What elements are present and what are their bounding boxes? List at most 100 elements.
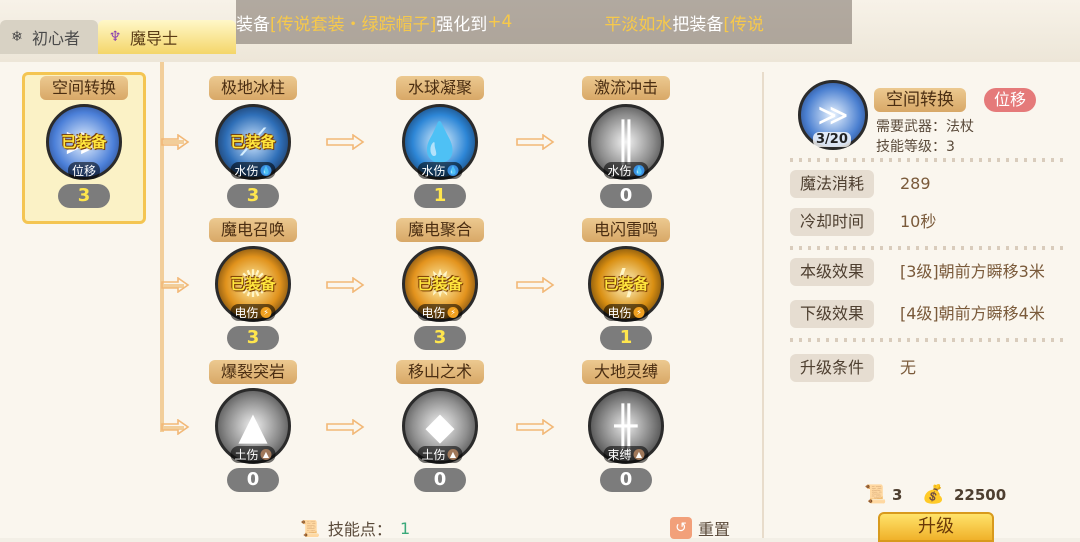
rock-burst-icon: ▲ 土伤 ▲ bbox=[215, 388, 291, 464]
element-tag: 电伤 ⚡ bbox=[603, 304, 649, 321]
ice-pillar-icon: ⟋ 已装备 水伤 💧 bbox=[215, 104, 291, 180]
skill-name: 水球凝聚 bbox=[395, 76, 484, 100]
water-element-icon: 💧 bbox=[447, 165, 459, 176]
thunderstorm-icon: ϟ 已装备 电伤 ⚡ bbox=[588, 246, 664, 322]
arrow-right-icon bbox=[161, 134, 190, 150]
skill-node-move-mountain[interactable]: 移山之术 ◆ 土伤 ▲ 0 bbox=[385, 360, 495, 496]
earth-element-icon: ▲ bbox=[633, 449, 645, 460]
staff-icon: ♆ bbox=[108, 29, 122, 45]
announcement-text: 把装备 bbox=[672, 14, 724, 35]
current-effect-value: [3级]朝前方瞬移3米 bbox=[900, 262, 1045, 281]
element-tag: 土伤 ▲ bbox=[230, 446, 276, 463]
element-tag: 位移 bbox=[67, 162, 101, 179]
current-effect-label: 本级效果 bbox=[790, 258, 875, 286]
reset-label: 重置 bbox=[698, 520, 731, 539]
skill-level: 3 bbox=[227, 184, 279, 208]
skill-points: 📜 技能点： 1 bbox=[300, 516, 410, 540]
system-announcement: 装备 [传说套装・绿踪帽子] 强化到 +4 平淡如水 把装备 [传说 bbox=[236, 0, 852, 44]
next-effect-value: [4级]朝前方瞬移4米 bbox=[900, 304, 1045, 323]
arrow-right-icon bbox=[161, 277, 190, 293]
skill-node-space-shift[interactable]: 空间转换 ≫ 已装备 位移 3 bbox=[29, 76, 139, 212]
equipped-badge: 已装备 bbox=[230, 275, 276, 293]
thunder-element-icon: ⚡ bbox=[633, 307, 645, 318]
skill-level: 3 bbox=[227, 326, 279, 350]
earth-element-icon: ▲ bbox=[260, 449, 272, 460]
skill-name: 空间转换 bbox=[39, 76, 128, 100]
arrow-right-icon bbox=[326, 134, 365, 150]
skill-level-value: 3 bbox=[946, 139, 955, 155]
arrow-right-icon bbox=[516, 419, 555, 435]
divider bbox=[790, 158, 1066, 162]
equipped-badge: 已装备 bbox=[417, 275, 463, 293]
skill-name: 魔电聚合 bbox=[395, 218, 484, 242]
equipped-badge: 已装备 bbox=[603, 275, 649, 293]
skill-node-rock-burst[interactable]: 爆裂突岩 ▲ 土伤 ▲ 0 bbox=[198, 360, 308, 496]
equipped-badge: 已装备 bbox=[230, 133, 276, 151]
skill-name: 魔电召唤 bbox=[208, 218, 297, 242]
element-tag: 束缚 ▲ bbox=[603, 446, 649, 463]
upgrade-condition-label: 升级条件 bbox=[790, 354, 875, 382]
skill-level: 3 bbox=[58, 184, 110, 208]
skill-node-torrent[interactable]: 激流冲击 ║ 水伤 💧 0 bbox=[571, 76, 681, 212]
tab-label: 魔导士 bbox=[130, 29, 179, 48]
skill-node-lightning-gather[interactable]: 魔电聚合 ✹ 已装备 电伤 ⚡ 3 bbox=[385, 218, 495, 354]
upgrade-condition-value: 无 bbox=[900, 358, 917, 377]
water-element-icon: 💧 bbox=[633, 165, 645, 176]
announcement-item: [传说 bbox=[723, 14, 764, 35]
detail-skill-tag: 位移 bbox=[984, 88, 1037, 112]
skill-level: 3 bbox=[414, 326, 466, 350]
element-tag: 水伤 💧 bbox=[417, 162, 463, 179]
gold-count: 22500 bbox=[954, 486, 1007, 504]
lightning-gather-icon: ✹ 已装备 电伤 ⚡ bbox=[402, 246, 478, 322]
thunder-element-icon: ⚡ bbox=[447, 307, 459, 318]
skill-level: 0 bbox=[414, 468, 466, 492]
mana-cost-value: 289 bbox=[900, 174, 931, 193]
skill-points-value: 1 bbox=[399, 518, 411, 538]
skill-name: 极地冰柱 bbox=[208, 76, 297, 100]
skill-node-water-ball[interactable]: 水球凝聚 💧 水伤 💧 1 bbox=[385, 76, 495, 212]
reset-button[interactable]: ↺ 重置 bbox=[670, 516, 730, 540]
cooldown-value: 10秒 bbox=[900, 212, 937, 231]
element-tag: 水伤 💧 bbox=[603, 162, 649, 179]
arrow-right-icon bbox=[516, 277, 555, 293]
skill-points-label: 技能点： bbox=[327, 520, 392, 539]
skill-book-icon: 📜 bbox=[864, 484, 887, 505]
thunder-element-icon: ⚡ bbox=[260, 307, 272, 318]
skill-level-label: 技能等级： bbox=[876, 139, 946, 155]
arrow-right-icon bbox=[161, 419, 190, 435]
weapon-requirement: 需要武器：法杖 bbox=[876, 116, 974, 136]
skill-level: 0 bbox=[600, 184, 652, 208]
tab-beginner[interactable]: ❄ 初心者 bbox=[0, 20, 98, 54]
equipped-badge: 已装备 bbox=[61, 133, 107, 151]
water-drop-icon: 💧 水伤 💧 bbox=[402, 104, 478, 180]
divider bbox=[790, 338, 1066, 342]
weapon-value: 法杖 bbox=[946, 119, 974, 135]
gold-icon: 💰 bbox=[922, 484, 945, 505]
skill-node-lightning-summon[interactable]: 魔电召唤 ✺ 已装备 电伤 ⚡ 3 bbox=[198, 218, 308, 354]
water-element-icon: 💧 bbox=[260, 165, 272, 176]
mana-cost-label: 魔法消耗 bbox=[790, 170, 875, 198]
detail-skill-name: 空间转换 bbox=[874, 88, 966, 112]
snowflake-icon: ❄ bbox=[11, 29, 23, 45]
reset-icon: ↺ bbox=[670, 517, 692, 539]
weapon-label: 需要武器： bbox=[876, 119, 946, 135]
torrent-icon: ║ 水伤 💧 bbox=[588, 104, 664, 180]
skill-node-polar-ice[interactable]: 极地冰柱 ⟋ 已装备 水伤 💧 3 bbox=[198, 76, 308, 212]
skill-name: 大地灵缚 bbox=[581, 360, 670, 384]
arrow-right-icon bbox=[326, 419, 365, 435]
tab-mage[interactable]: ♆ 魔导士 bbox=[98, 20, 236, 54]
panel-divider bbox=[762, 72, 764, 538]
divider bbox=[790, 246, 1066, 250]
arrow-right-icon bbox=[516, 134, 555, 150]
earth-element-icon: ▲ bbox=[447, 449, 459, 460]
skill-progress: 3/20 bbox=[813, 132, 851, 147]
skill-node-thunderstorm[interactable]: 电闪雷鸣 ϟ 已装备 电伤 ⚡ 1 bbox=[571, 218, 681, 354]
skill-node-earth-bind[interactable]: 大地灵缚 ╫ 束缚 ▲ 0 bbox=[571, 360, 681, 496]
announcement-text: 强化到 bbox=[436, 14, 488, 35]
element-tag: 水伤 💧 bbox=[230, 162, 276, 179]
announcement-player: 平淡如水 bbox=[604, 14, 673, 35]
announcement-item: [传说套装・绿踪帽子] bbox=[270, 14, 437, 35]
element-tag: 电伤 ⚡ bbox=[417, 304, 463, 321]
skill-book-count: 3 bbox=[892, 486, 903, 504]
skill-name: 电闪雷鸣 bbox=[581, 218, 670, 242]
